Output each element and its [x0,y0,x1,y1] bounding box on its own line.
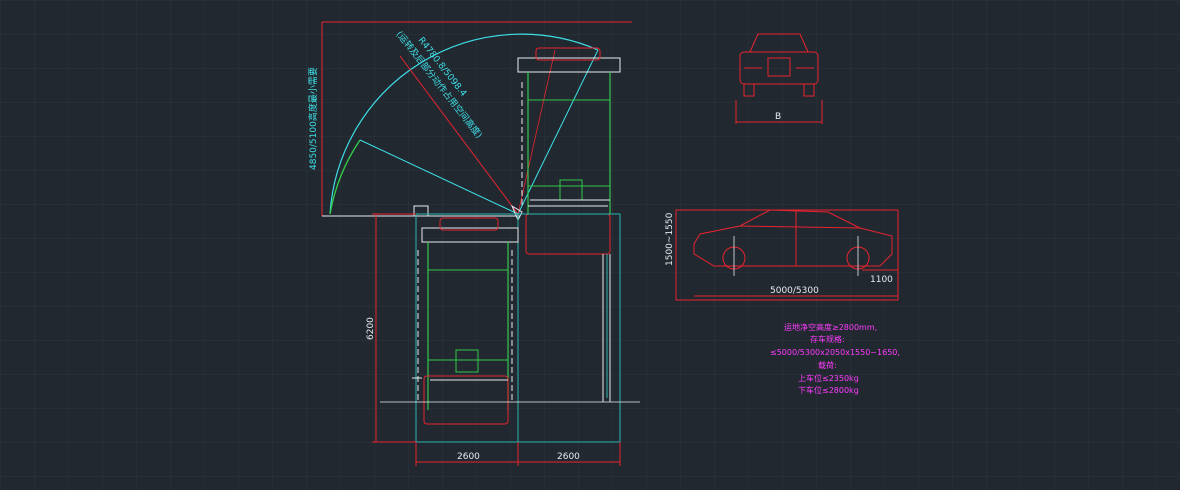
note-line-1: 运地净空高度≥2800mm, [784,322,877,332]
arc-vertical-label: 4850/5100高度最小需要 [307,67,319,170]
car-height-label: 1500~1550 [665,212,675,266]
car-length-label: 5000/5300 [770,286,819,296]
car-overhang-label: 1100 [870,275,893,285]
width-left-dimension: 2600 [457,452,480,462]
height-dimension: 6200 [366,317,376,340]
grid-background [0,0,1180,490]
note-line-4: 载荷: [818,360,837,370]
note-line-3: ≤5000/5300x2050x1550~1650, [770,348,900,357]
car-front-width-label: B [775,112,781,122]
note-line-5: 上车位≤2350kg [798,373,859,383]
width-right-dimension: 2600 [557,452,580,462]
cad-drawing-canvas: 4850/5100高度最小需要 R4780.8/5098.4 (运转及后部分动作… [0,0,1180,490]
note-line-2: 存车规格: [810,334,845,344]
note-line-6: 下车位≤2800kg [798,385,859,395]
